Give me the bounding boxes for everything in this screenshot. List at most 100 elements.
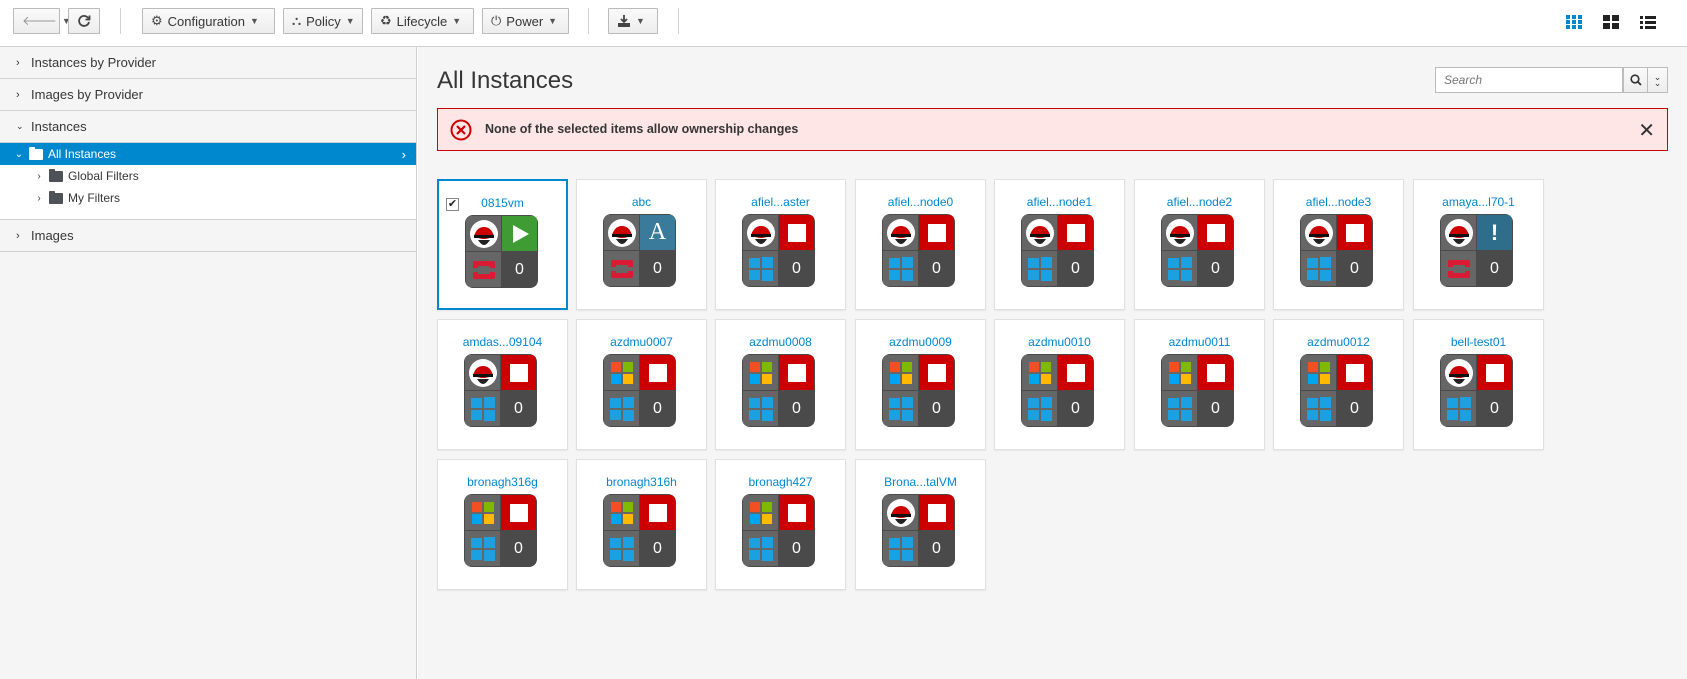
- configuration-button[interactable]: ⚙ Configuration ▼: [142, 8, 275, 34]
- instance-quadicon[interactable]: 0: [1300, 214, 1373, 287]
- instance-tile[interactable]: bronagh316h 0: [576, 459, 707, 590]
- instance-tile[interactable]: amaya...l70-1 ! 0: [1413, 179, 1544, 310]
- lifecycle-button[interactable]: ♻ Lifecycle ▼: [371, 8, 474, 34]
- instance-quadicon[interactable]: 0: [742, 354, 815, 427]
- instance-name[interactable]: afiel...node0: [856, 195, 985, 209]
- close-icon[interactable]: ✕: [1638, 118, 1655, 143]
- instance-quadicon[interactable]: 0: [1021, 354, 1094, 427]
- instance-name[interactable]: azdmu0009: [856, 335, 985, 349]
- instance-name[interactable]: afiel...node3: [1274, 195, 1403, 209]
- instance-name[interactable]: azdmu0011: [1135, 335, 1264, 349]
- instance-tile[interactable]: azdmu0011 0: [1134, 319, 1265, 450]
- instance-tile[interactable]: afiel...aster 0: [715, 179, 846, 310]
- power-button[interactable]: ⏻ Power ▼: [482, 8, 569, 34]
- search-input[interactable]: [1435, 67, 1623, 93]
- instance-quadicon[interactable]: 0: [464, 354, 537, 427]
- policy-button[interactable]: ⛬ Policy ▼: [283, 8, 363, 34]
- folder-icon: [29, 146, 43, 160]
- instance-tile[interactable]: bell-test01 0: [1413, 319, 1544, 450]
- instance-tile[interactable]: azdmu0009 0: [855, 319, 986, 450]
- instance-name[interactable]: bell-test01: [1414, 335, 1543, 349]
- advanced-search-button[interactable]: ⌄ ⌄: [1647, 67, 1668, 93]
- snapshot-count: 0: [501, 391, 536, 426]
- instance-tile[interactable]: bronagh427 0: [715, 459, 846, 590]
- tree-node-my-filters[interactable]: › My Filters: [0, 187, 416, 209]
- tree-node-label: Global Filters: [68, 169, 139, 183]
- instance-name[interactable]: azdmu0007: [577, 335, 706, 349]
- instance-tile[interactable]: azdmu0010 0: [994, 319, 1125, 450]
- instance-quadicon[interactable]: 0: [1021, 214, 1094, 287]
- configuration-label: Configuration: [167, 13, 245, 29]
- vendor-windows-icon: [883, 531, 918, 566]
- back-button[interactable]: 🡐 ▼: [13, 8, 71, 34]
- vendor-windows-icon: [743, 531, 778, 566]
- instance-name[interactable]: azdmu0012: [1274, 335, 1403, 349]
- instance-quadicon[interactable]: 0: [1300, 354, 1373, 427]
- instance-tile[interactable]: afiel...node1 0: [994, 179, 1125, 310]
- list-view-icon[interactable]: [1639, 13, 1657, 31]
- chevron-right-icon: ›: [16, 88, 20, 101]
- instance-name[interactable]: bronagh316g: [438, 475, 567, 489]
- accordion-images-by-provider[interactable]: › Images by Provider: [0, 79, 416, 111]
- microsoft-icon: [1028, 361, 1051, 384]
- instance-name[interactable]: azdmu0008: [716, 335, 845, 349]
- search-button[interactable]: [1623, 67, 1648, 93]
- accordion-instances-by-provider[interactable]: › Instances by Provider: [0, 47, 416, 79]
- tile-view-icon[interactable]: [1602, 13, 1620, 31]
- instance-name[interactable]: 0815vm: [439, 196, 566, 210]
- instance-quadicon[interactable]: 0: [603, 354, 676, 427]
- instance-tile[interactable]: afiel...node2 0: [1134, 179, 1265, 310]
- instance-quadicon[interactable]: 0: [1440, 354, 1513, 427]
- windows-icon: [609, 536, 634, 561]
- instance-tile[interactable]: amdas...09104 0: [437, 319, 568, 450]
- instance-name[interactable]: bronagh316h: [577, 475, 706, 489]
- instance-quadicon[interactable]: 0: [882, 214, 955, 287]
- state-off-icon: [919, 215, 954, 250]
- instance-quadicon[interactable]: 0: [742, 494, 815, 567]
- tree-node-all-instances[interactable]: ⌄ All Instances ›: [0, 143, 416, 165]
- instance-tile[interactable]: bronagh316g 0: [437, 459, 568, 590]
- instance-name[interactable]: bronagh427: [716, 475, 845, 489]
- os-redhat-icon: [883, 495, 918, 530]
- instance-name[interactable]: amdas...09104: [438, 335, 567, 349]
- instance-quadicon[interactable]: 0: [1161, 214, 1234, 287]
- instance-quadicon[interactable]: A0: [603, 214, 676, 287]
- download-button[interactable]: ▼: [608, 8, 658, 34]
- instance-tile[interactable]: Brona...talVM 0: [855, 459, 986, 590]
- instance-tile[interactable]: afiel...node0 0: [855, 179, 986, 310]
- instance-tile[interactable]: azdmu0012 0: [1273, 319, 1404, 450]
- instance-name[interactable]: Brona...talVM: [856, 475, 985, 489]
- chevron-right-icon: ›: [16, 56, 20, 69]
- windows-icon: [1306, 396, 1331, 421]
- accordion-images[interactable]: › Images: [0, 220, 416, 252]
- instance-quadicon[interactable]: 0: [882, 494, 955, 567]
- instance-quadicon[interactable]: 0: [465, 215, 538, 288]
- os-microsoft-icon: [604, 355, 639, 390]
- vendor-windows-icon: [1301, 391, 1336, 426]
- instance-quadicon[interactable]: 0: [1161, 354, 1234, 427]
- snapshot-count: 0: [919, 251, 954, 286]
- instance-quadicon[interactable]: ! 0: [1440, 214, 1513, 287]
- instance-quadicon[interactable]: 0: [603, 494, 676, 567]
- instance-quadicon[interactable]: 0: [464, 494, 537, 567]
- instance-name[interactable]: afiel...node1: [995, 195, 1124, 209]
- shield-icon: ⛬: [292, 13, 302, 28]
- instance-quadicon[interactable]: 0: [882, 354, 955, 427]
- instance-name[interactable]: amaya...l70-1: [1414, 195, 1543, 209]
- tree-node-global-filters[interactable]: › Global Filters: [0, 165, 416, 187]
- instance-tile[interactable]: azdmu0007 0: [576, 319, 707, 450]
- instance-quadicon[interactable]: 0: [742, 214, 815, 287]
- instance-name[interactable]: afiel...aster: [716, 195, 845, 209]
- refresh-button[interactable]: [68, 8, 100, 34]
- accordion-label: Instances: [31, 119, 87, 134]
- os-redhat-icon: [743, 215, 778, 250]
- accordion-instances[interactable]: ⌄ Instances: [0, 111, 416, 143]
- instance-tile[interactable]: azdmu0008 0: [715, 319, 846, 450]
- instance-name[interactable]: azdmu0010: [995, 335, 1124, 349]
- instance-tile[interactable]: abc A 0: [576, 179, 707, 310]
- instance-tile[interactable]: afiel...node3 0: [1273, 179, 1404, 310]
- instance-name[interactable]: abc: [577, 195, 706, 209]
- instance-tile[interactable]: ✔ 0815vm 0: [437, 179, 568, 310]
- grid-view-icon[interactable]: [1565, 13, 1583, 31]
- instance-name[interactable]: afiel...node2: [1135, 195, 1264, 209]
